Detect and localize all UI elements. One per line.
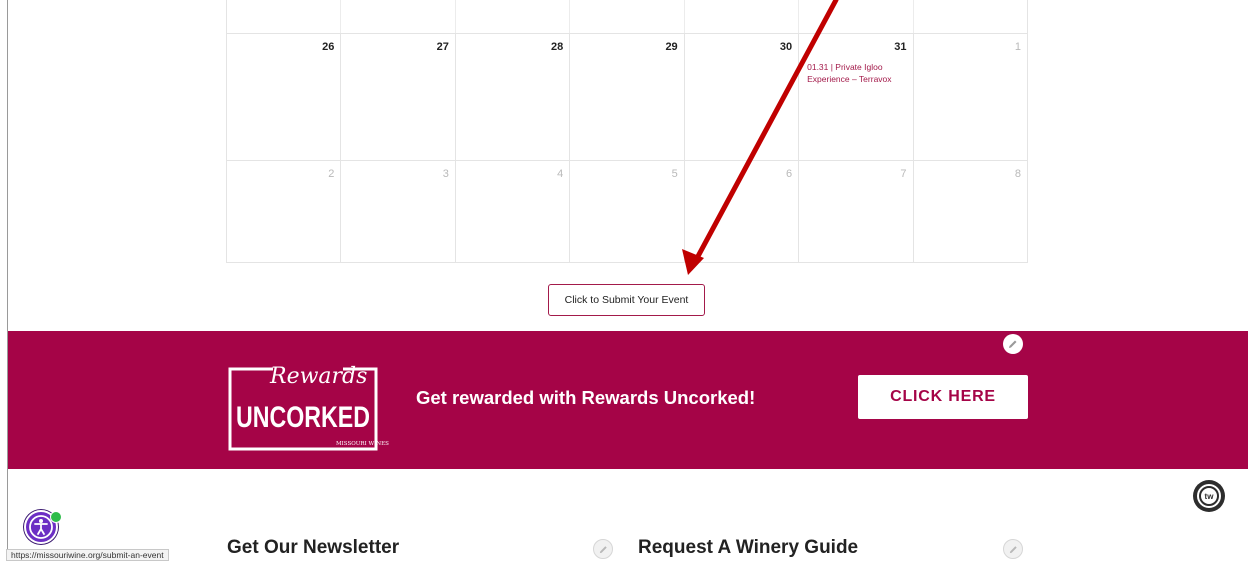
checkmark-icon bbox=[50, 511, 62, 523]
tw-badge-icon[interactable]: tw bbox=[1193, 480, 1225, 512]
rewards-banner: Rewards UNCORKED MISSOURI WINES Get rewa… bbox=[8, 331, 1248, 469]
logo-script-text: Rewards bbox=[269, 364, 367, 389]
pencil-icon[interactable] bbox=[1003, 539, 1023, 559]
tw-badge-label: tw bbox=[1205, 492, 1215, 501]
banner-tagline: Get rewarded with Rewards Uncorked! bbox=[416, 387, 756, 408]
click-here-button[interactable]: CLICK HERE bbox=[858, 375, 1028, 419]
winery-guide-heading: Request A Winery Guide bbox=[638, 537, 859, 558]
newsletter-heading: Get Our Newsletter bbox=[227, 537, 400, 558]
annotation-arrow-icon bbox=[682, 0, 839, 275]
pencil-icon[interactable] bbox=[1003, 334, 1023, 354]
logo-wordmark-text: UNCORKED bbox=[236, 401, 370, 434]
status-bar-url: https://missouriwine.org/submit-an-event bbox=[6, 549, 169, 561]
logo-sub-text: MISSOURI WINES bbox=[336, 441, 389, 447]
pencil-icon[interactable] bbox=[593, 539, 613, 559]
rewards-uncorked-logo: Rewards UNCORKED MISSOURI WINES bbox=[228, 361, 389, 451]
